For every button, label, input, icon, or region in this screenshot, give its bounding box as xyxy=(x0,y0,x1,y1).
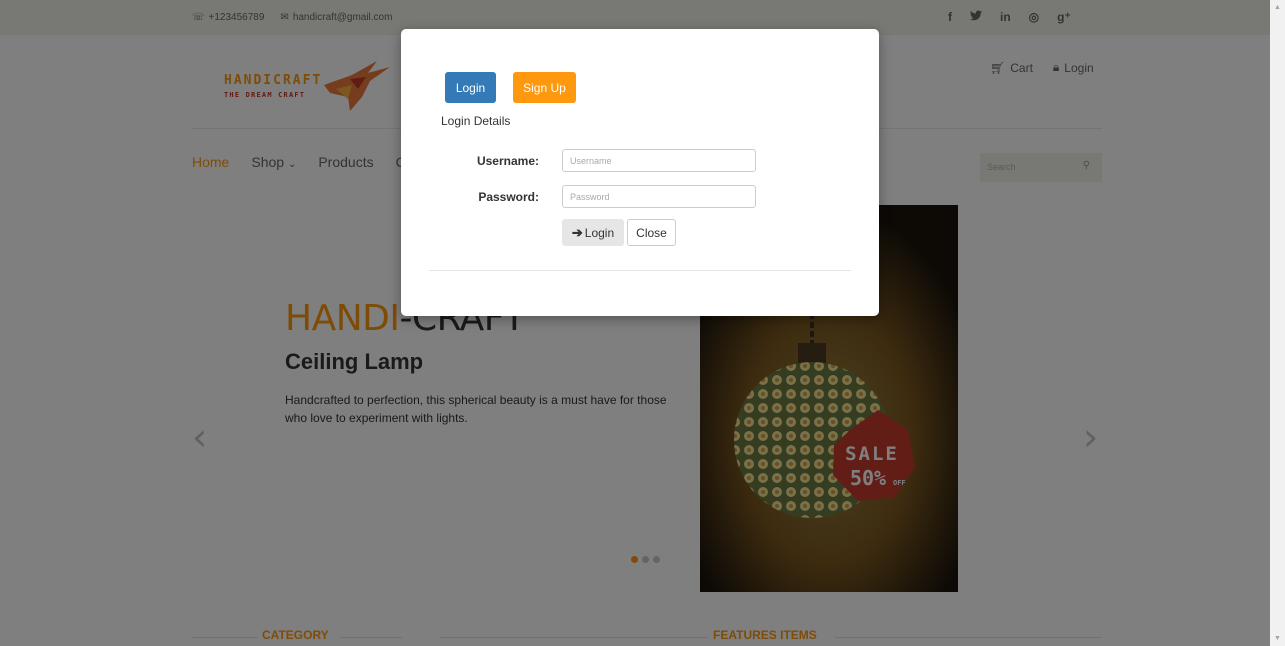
login-tab-button[interactable]: Login xyxy=(445,72,496,103)
password-field[interactable] xyxy=(562,185,756,208)
login-modal: Login Sign Up Login Details Username: Pa… xyxy=(401,29,879,316)
close-button[interactable]: Close xyxy=(627,219,676,246)
username-label: Username: xyxy=(476,154,539,168)
login-details-heading: Login Details xyxy=(441,114,511,128)
modal-footer-divider xyxy=(429,270,851,271)
signup-tab-button[interactable]: Sign Up xyxy=(513,72,576,103)
login-submit-button[interactable]: ➔ Login xyxy=(562,219,624,246)
page-scrollbar[interactable]: ▲ ▼ xyxy=(1270,0,1285,646)
login-submit-label: Login xyxy=(584,225,615,240)
sign-in-icon: ➔ xyxy=(571,224,583,240)
password-label: Password: xyxy=(478,190,539,204)
username-field[interactable] xyxy=(562,149,756,172)
scroll-up-arrow-icon[interactable]: ▲ xyxy=(1274,4,1281,11)
scroll-down-arrow-icon[interactable]: ▼ xyxy=(1274,635,1281,642)
